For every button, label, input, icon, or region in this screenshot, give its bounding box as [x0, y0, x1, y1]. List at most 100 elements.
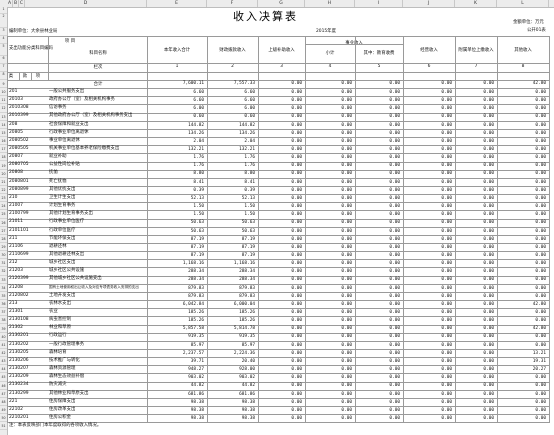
row-number[interactable]: 47 [0, 390, 7, 398]
row-number[interactable]: 26 [0, 219, 7, 227]
row-number[interactable]: 44 [0, 365, 7, 374]
row-value-6: 0.00 [441, 391, 452, 397]
row-name: 城乡社区公共设施 [49, 268, 85, 274]
row-number[interactable]: 29 [0, 243, 7, 252]
row-value-4: 0.00 [341, 155, 352, 161]
row-number[interactable]: 13 [0, 113, 7, 121]
row-value-5: 0.00 [389, 163, 400, 169]
row-value-4: 0.00 [341, 236, 352, 242]
row-code: 212 [9, 260, 18, 266]
column-letter-k[interactable]: K [455, 0, 497, 7]
row-value-4: 0.00 [341, 399, 352, 405]
row-number[interactable]: 5 [0, 44, 7, 56]
row-number[interactable]: 11 [0, 96, 7, 105]
row-value-8: 42.80 [532, 326, 546, 332]
row-number[interactable]: 42 [0, 349, 7, 358]
row-number[interactable]: 25 [0, 210, 7, 219]
column-header-3: 上级补助收入 [268, 48, 295, 53]
row-number[interactable]: 39 [0, 325, 7, 333]
row-value-8: 0.00 [535, 407, 546, 413]
row-number[interactable]: 21 [0, 178, 7, 186]
row-number[interactable]: 33 [0, 276, 7, 284]
row-value-1: 681.86 [188, 391, 204, 397]
column-header-1: 本年收入合计 [163, 48, 191, 53]
row-number[interactable]: 15 [0, 129, 7, 138]
row-number[interactable]: 32 [0, 267, 7, 276]
row-value-8: 0.00 [535, 375, 546, 381]
column-letter-l[interactable]: L [497, 0, 549, 7]
row-value-5: 0.00 [389, 350, 400, 356]
row-number[interactable]: 10 [0, 88, 7, 97]
row-number[interactable]: 22 [0, 186, 7, 195]
row-number[interactable]: 49 [0, 406, 7, 415]
row-number[interactable]: 43 [0, 357, 7, 366]
row-number[interactable]: 1 [0, 7, 7, 14]
column-header-8: 其他收入 [514, 48, 532, 53]
row-value-4: 0.00 [341, 318, 352, 324]
row-number[interactable]: 28 [0, 235, 7, 243]
row-number[interactable]: 31 [0, 259, 7, 268]
row-value-7: 0.00 [483, 367, 494, 373]
column-header-bar: ABCDEFGHIJKL [0, 0, 554, 8]
row-number[interactable]: 37 [0, 308, 7, 317]
row-number[interactable]: 12 [0, 104, 7, 113]
row-name: 森林生态效益补偿 [49, 374, 85, 380]
row-number[interactable]: 46 [0, 382, 7, 390]
row-value-6: 0.00 [441, 293, 452, 299]
row-name: 社会保障和就业支出 [49, 121, 89, 127]
row-number[interactable]: 34 [0, 284, 7, 292]
row-value-2: 288.34 [239, 269, 255, 275]
row-value-3: 0.00 [291, 261, 302, 267]
row-value-4: 0.00 [341, 391, 352, 397]
row-number[interactable]: 2 [0, 14, 7, 28]
row-number[interactable]: 14 [0, 121, 7, 129]
row-number[interactable]: 51 [0, 422, 7, 431]
row-number[interactable]: 36 [0, 300, 7, 309]
row-value-6: 0.00 [441, 277, 452, 283]
column-letter-e[interactable]: E [147, 0, 207, 7]
row-number[interactable]: 16 [0, 137, 7, 146]
row-number[interactable]: 45 [0, 373, 7, 382]
row-number[interactable]: 17 [0, 145, 7, 154]
column-letter-h[interactable]: H [305, 0, 355, 7]
row-number[interactable]: 19 [0, 162, 7, 170]
row-value-6: 0.00 [441, 375, 452, 381]
row-number[interactable]: 41 [0, 341, 7, 349]
row-number[interactable]: 20 [0, 170, 7, 178]
row-value-5: 0.00 [389, 277, 400, 283]
row-name: 森林资源管理 [49, 366, 76, 372]
row-value-3: 0.00 [291, 163, 302, 169]
row-number[interactable]: 9 [0, 80, 7, 89]
column-letter-f[interactable]: F [207, 0, 258, 7]
row-value-2: 185.26 [239, 318, 255, 324]
column-letter-i[interactable]: I [355, 0, 403, 7]
row-number[interactable]: 35 [0, 292, 7, 301]
column-letter-d[interactable]: D [25, 0, 147, 7]
grid-line [19, 72, 20, 80]
row-value-6: 0.00 [441, 285, 452, 291]
column-letter-j[interactable]: J [403, 0, 455, 7]
row-number[interactable]: 6 [0, 56, 7, 64]
row-number[interactable]: 23 [0, 194, 7, 203]
row-number[interactable]: 8 [0, 72, 7, 80]
row-value-2: 98.38 [241, 415, 255, 421]
column-letter-g[interactable]: G [258, 0, 305, 7]
row-number[interactable]: 38 [0, 316, 7, 325]
row-value-6: 0.00 [441, 407, 452, 413]
row-number[interactable]: 24 [0, 202, 7, 211]
row-value-2: 879.83 [239, 293, 255, 299]
row-name: 公益性岗位补贴 [49, 162, 80, 168]
row-value-5: 0.00 [389, 269, 400, 275]
row-number[interactable]: 30 [0, 251, 7, 260]
row-number[interactable]: 50 [0, 414, 7, 423]
row-number[interactable]: 27 [0, 227, 7, 235]
row-number[interactable]: 18 [0, 153, 7, 162]
row-code: 22102 [9, 406, 23, 412]
row-number[interactable]: 7 [0, 64, 7, 72]
column-header-2: 财政拨款收入 [219, 48, 246, 53]
row-number[interactable]: 3 [0, 28, 7, 36]
row-number[interactable]: 4 [0, 36, 7, 44]
row-value-1: 0.60 [193, 114, 204, 120]
row-number[interactable]: 48 [0, 398, 7, 406]
row-number[interactable]: 40 [0, 333, 7, 341]
